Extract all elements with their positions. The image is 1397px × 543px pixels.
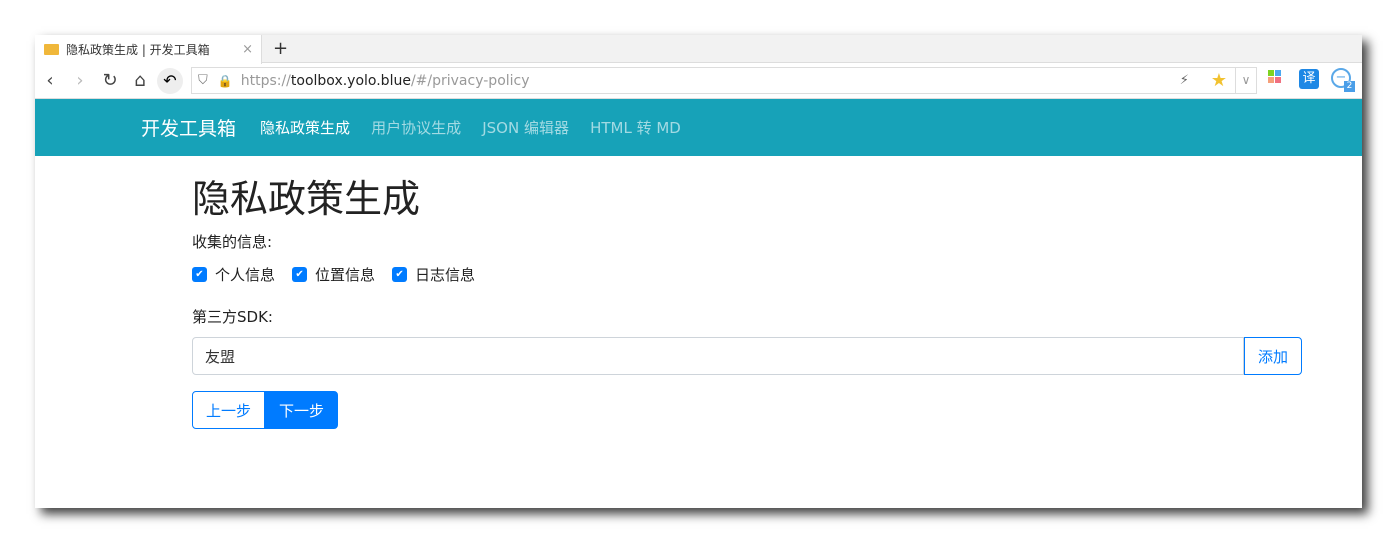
translate-icon[interactable]: 译 (1299, 69, 1319, 89)
extension-count: 2 (1344, 81, 1355, 92)
reload-icon[interactable]: ↻ (95, 70, 125, 91)
brand-link[interactable]: 开发工具箱 (141, 114, 236, 141)
collected-label: 收集的信息: (192, 233, 273, 251)
page-title: 隐私政策生成 (192, 177, 421, 221)
bookmark-star-icon[interactable]: ★ (1211, 70, 1227, 91)
browser-toolbar: ‹ › ↻ ⌂ ↶ ⛉ 🔒 https://toolbox.yolo.blue /… (35, 63, 1362, 99)
favicon-icon (44, 44, 59, 55)
main-content: 隐私政策生成 收集的信息: ✔ 个人信息 ✔ 位置信息 ✔ 日志信息 第三方SDK: … (192, 175, 1302, 429)
check-icon[interactable]: ✔ (392, 267, 408, 282)
prev-step-button[interactable]: 上一步 (192, 391, 265, 429)
add-button[interactable]: 添加 (1244, 337, 1302, 375)
checkbox-label: 个人信息 (215, 266, 276, 284)
shield-icon: ⛉ (198, 73, 208, 88)
next-step-button[interactable]: 下一步 (265, 391, 338, 429)
back-icon[interactable]: ‹ (35, 70, 65, 91)
chevron-down-icon[interactable]: ∨ (1235, 68, 1256, 93)
step-buttons: 上一步 下一步 (192, 391, 1302, 429)
navbar: 开发工具箱 隐私政策生成 用户协议生成 JSON 编辑器 HTML 转 MD (35, 99, 1362, 156)
checkbox-log-info[interactable]: ✔ 日志信息 (392, 264, 475, 285)
check-icon[interactable]: ✔ (192, 267, 207, 282)
sdk-input[interactable] (192, 337, 1244, 375)
browser-window: 隐私政策生成 | 开发工具箱 × + ‹ › ↻ ⌂ ↶ ⛉ 🔒 https:/… (35, 35, 1362, 508)
home-icon[interactable]: ⌂ (125, 70, 155, 91)
checkbox-personal-info[interactable]: ✔ 个人信息 (192, 264, 275, 285)
forward-icon[interactable]: › (65, 70, 95, 91)
apps-grid-icon[interactable] (1268, 70, 1281, 83)
checkbox-label: 位置信息 (315, 266, 376, 284)
nav-json-editor[interactable]: JSON 编辑器 (482, 119, 569, 137)
checkbox-label: 日志信息 (415, 266, 476, 284)
sdk-input-group: 添加 (192, 337, 1302, 375)
browser-tab[interactable]: 隐私政策生成 | 开发工具箱 × (35, 35, 262, 64)
address-bar[interactable]: ⛉ 🔒 https://toolbox.yolo.blue/#/privacy-… (191, 67, 1257, 94)
tab-bar: 隐私政策生成 | 开发工具箱 × + (35, 35, 1362, 64)
url-path: /#/privacy-policy (410, 72, 530, 89)
nav-privacy-policy[interactable]: 隐私政策生成 (260, 119, 350, 137)
lightning-icon[interactable]: ⚡ (1180, 73, 1189, 88)
new-tab-button[interactable]: + (273, 38, 288, 59)
info-checkboxes: ✔ 个人信息 ✔ 位置信息 ✔ 日志信息 (192, 264, 1302, 285)
sdk-label: 第三方SDK: (192, 308, 273, 326)
url-scheme: https:// (240, 72, 291, 89)
nav-html-to-md[interactable]: HTML 转 MD (590, 119, 681, 137)
extension-icon[interactable]: −2 (1331, 68, 1355, 92)
close-tab-icon[interactable]: × (242, 42, 253, 57)
tab-title: 隐私政策生成 | 开发工具箱 (66, 43, 210, 57)
checkbox-location-info[interactable]: ✔ 位置信息 (292, 264, 375, 285)
nav-links: 隐私政策生成 用户协议生成 JSON 编辑器 HTML 转 MD (260, 117, 697, 138)
nav-user-agreement[interactable]: 用户协议生成 (371, 119, 461, 137)
check-icon[interactable]: ✔ (292, 267, 308, 282)
url-host: toolbox.yolo.blue (290, 72, 411, 89)
lock-warning-icon: 🔒 (217, 73, 233, 88)
undo-icon[interactable]: ↶ (157, 67, 183, 94)
